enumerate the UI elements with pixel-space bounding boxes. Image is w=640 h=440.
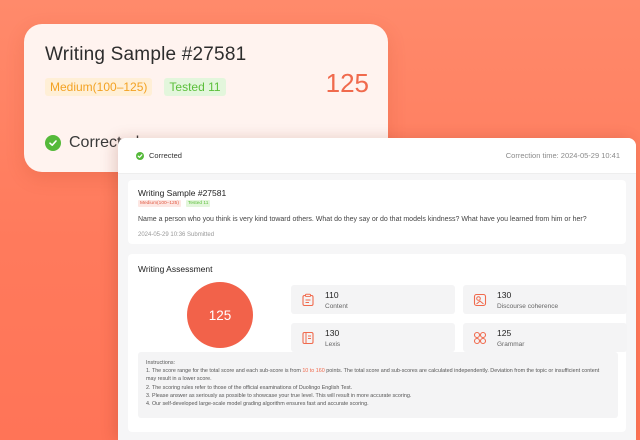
assessment-card: Writing Assessment 125 110 Content 130 D… — [128, 254, 627, 432]
check-circle-icon — [136, 151, 144, 160]
sample-card: Writing Sample #27581 Medium(100–125) Te… — [128, 180, 626, 244]
tag-row: Medium(100–125) Tested 11 — [45, 78, 368, 96]
instructions-heading: Instructions: — [146, 360, 176, 366]
instructions-box: Instructions: 1. The score range for the… — [138, 352, 618, 418]
metric-label: Discourse coherence — [497, 302, 559, 310]
section-title: Writing Assessment — [138, 264, 213, 274]
content-icon — [301, 293, 315, 307]
tested-tag: Tested 11 — [164, 78, 226, 96]
metric-label: Lexis — [325, 340, 341, 348]
instruction-item: 4. Our self-developed large-scale model … — [146, 401, 369, 408]
correction-time: Correction time: 2024-05-29 10:41 — [505, 151, 620, 160]
sample-title: Writing Sample #27581 — [138, 188, 227, 198]
metric-grammar: 125 Grammar — [463, 323, 627, 352]
score-circle: 125 — [187, 282, 253, 348]
metric-value: 110 — [325, 289, 339, 300]
coherence-icon — [473, 293, 487, 307]
tag-row: Medium(100–125) Tested 11 — [138, 200, 616, 207]
status-label: Corrected — [149, 151, 182, 160]
prompt-text: Name a person who you think is very kind… — [138, 216, 587, 223]
metric-label: Content — [325, 302, 348, 310]
instruction-item: 3. Please answer as seriously as possibl… — [146, 392, 412, 399]
result-panel: Corrected Correction time: 2024-05-29 10… — [118, 138, 636, 440]
metric-coherence: 130 Discourse coherence — [463, 285, 627, 314]
metric-value: 130 — [325, 327, 340, 338]
status-indicator: Corrected — [136, 151, 182, 160]
instruction-item: 1. The score range for the total score a… — [146, 368, 600, 383]
submitted-date: 2024-05-29 10:36 Submitted — [138, 232, 215, 238]
lexis-icon — [301, 331, 315, 345]
metric-value: 130 — [497, 289, 512, 300]
status-bar: Corrected Correction time: 2024-05-29 10… — [118, 138, 636, 174]
metric-content: 110 Content — [291, 285, 455, 314]
score-range: 10 to 160 — [302, 368, 325, 375]
metric-label: Grammar — [497, 340, 525, 348]
metric-value: 125 — [497, 327, 512, 338]
tested-tag: Tested 11 — [185, 200, 211, 207]
total-score: 125 — [208, 307, 232, 323]
metric-lexis: 130 Lexis — [291, 323, 455, 352]
level-tag: Medium(100–125) — [138, 200, 181, 207]
instruction-item: 2. The scoring rules refer to those of t… — [146, 384, 353, 391]
level-tag: Medium(100–125) — [45, 78, 153, 96]
check-circle-icon — [45, 135, 61, 151]
total-score: 125 — [325, 68, 369, 98]
sample-title: Writing Sample #27581 — [45, 44, 247, 65]
grammar-icon — [473, 331, 487, 345]
